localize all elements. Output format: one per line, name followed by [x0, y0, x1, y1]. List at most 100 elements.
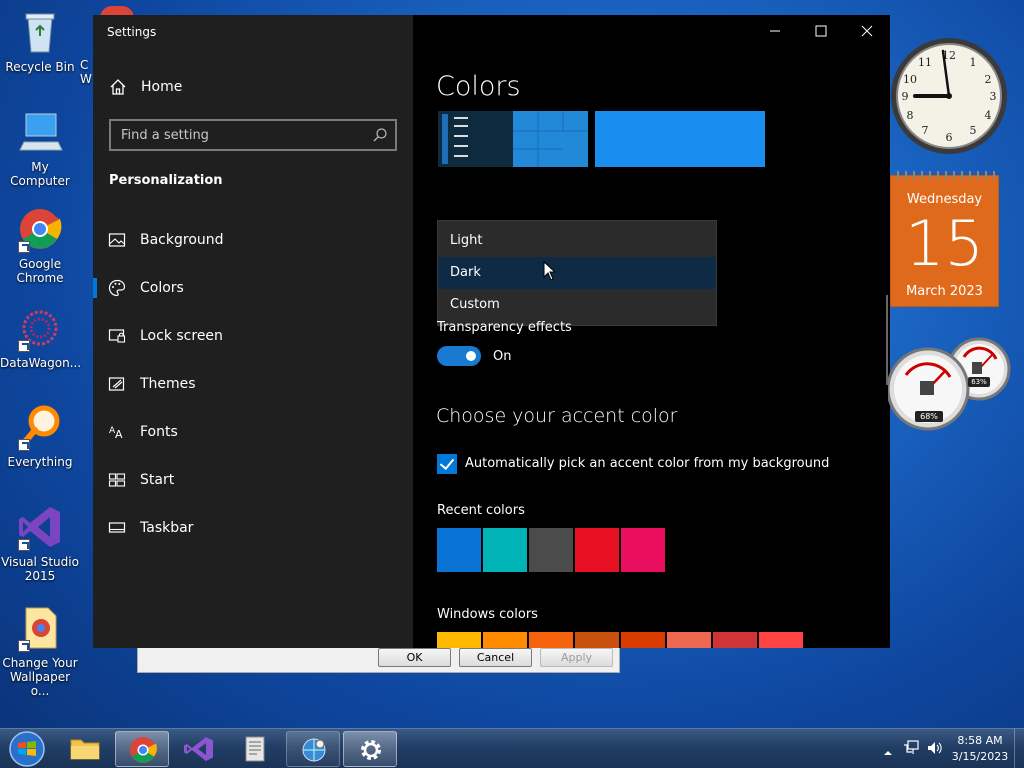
search-icon[interactable] — [372, 127, 388, 143]
windows-color-swatch[interactable] — [437, 632, 481, 648]
start-button[interactable] — [6, 730, 48, 768]
taskbar-visual-studio[interactable] — [172, 731, 226, 767]
chevron-up-icon — [884, 751, 892, 755]
apply-button: Apply — [540, 648, 613, 667]
desktop-icon-label: Change Your Wallpaper o... — [2, 656, 78, 698]
settings-window: Settings Home Personalization Background — [93, 15, 890, 648]
minimize-button[interactable] — [752, 15, 798, 47]
settings-content: Colors Light Dark Custom Transparency ef… — [413, 15, 890, 648]
home-label: Home — [141, 79, 183, 95]
windows-color-swatch[interactable] — [483, 632, 527, 648]
calendar-gadget[interactable]: Wednesday 15 March 2023 — [890, 171, 1000, 307]
windows-color-swatch[interactable] — [759, 632, 803, 648]
document-icon — [245, 736, 265, 762]
recycle-bin-icon — [16, 8, 64, 56]
desktop-icon-recycle-bin[interactable]: Recycle Bin — [0, 8, 80, 74]
windows-color-swatch[interactable] — [575, 632, 619, 648]
auto-accent-checkbox[interactable] — [437, 454, 457, 474]
nav-item-label: Background — [140, 232, 224, 248]
nav-item-lock-screen[interactable]: Lock screen — [93, 316, 413, 356]
settings-search-input[interactable] — [121, 126, 361, 144]
windows-color-swatch[interactable] — [713, 632, 757, 648]
desktop-icon-label: Everything — [7, 455, 73, 469]
taskbar-file-explorer[interactable] — [58, 731, 112, 767]
maximize-button[interactable] — [798, 15, 844, 47]
recent-color-swatch[interactable] — [529, 528, 573, 572]
windows-color-swatch[interactable] — [621, 632, 665, 648]
windows-colors-label: Windows colors — [437, 607, 538, 622]
themes-icon — [108, 375, 126, 393]
taskbar-network-app[interactable] — [286, 731, 340, 767]
folder-icon — [70, 739, 100, 760]
windows-color-swatch[interactable] — [529, 632, 573, 648]
desktop-icon-visual-studio[interactable]: Visual Studio 2015 — [0, 503, 80, 583]
nav-item-label: Fonts — [140, 424, 178, 440]
taskbar-chrome[interactable] — [115, 731, 169, 767]
desktop-icon-everything[interactable]: Everything — [0, 403, 80, 469]
nav-item-background[interactable]: Background — [93, 220, 413, 260]
taskbar-icon — [108, 519, 126, 537]
dropdown-option-dark[interactable]: Dark — [438, 257, 716, 289]
recent-color-swatch[interactable] — [437, 528, 481, 572]
palette-icon — [108, 279, 126, 297]
dropdown-option-custom[interactable]: Custom — [438, 289, 716, 321]
gear-icon — [361, 740, 381, 760]
mouse-cursor-icon — [543, 261, 557, 281]
nav-item-label: Lock screen — [140, 328, 223, 344]
cpu-meter-gadget[interactable]: 68% 63% — [886, 337, 1012, 432]
lock-screen-icon — [108, 327, 126, 345]
color-mode-dropdown[interactable]: Light Dark Custom — [437, 220, 717, 326]
transparency-label: Transparency effects — [437, 320, 572, 334]
computer-icon — [16, 108, 64, 156]
desktop-icon-label: Visual Studio 2015 — [1, 555, 79, 583]
desktop-icon-change-wallpaper[interactable]: Change Your Wallpaper o... — [0, 604, 80, 698]
background-dialog: OK Cancel Apply — [137, 646, 620, 673]
color-mode-preview — [438, 111, 765, 167]
desktop-icon-label: Google Chrome — [16, 257, 64, 285]
desktop-icon-datawagon[interactable]: DataWagon... — [0, 304, 81, 370]
home-nav-item[interactable]: Home — [109, 78, 182, 96]
svg-text:5: 5 — [970, 124, 977, 137]
speaker-icon — [928, 742, 942, 754]
windows-color-swatch[interactable] — [667, 632, 711, 648]
svg-text:4: 4 — [985, 109, 992, 122]
svg-text:1: 1 — [970, 56, 977, 69]
taskbar-document-app[interactable] — [229, 731, 283, 767]
nav-item-colors[interactable]: Colors — [93, 268, 413, 308]
ok-button[interactable]: OK — [378, 648, 451, 667]
nav-item-fonts[interactable]: AA Fonts — [93, 412, 413, 452]
nav-item-themes[interactable]: Themes — [93, 364, 413, 404]
magnifier-icon — [16, 403, 64, 451]
volume-tray-button[interactable] — [926, 740, 944, 760]
home-icon — [109, 78, 127, 96]
nav-item-taskbar[interactable]: Taskbar — [93, 508, 413, 548]
show-desktop-button[interactable] — [1014, 729, 1024, 768]
maximize-icon — [815, 25, 827, 37]
calendar-weekday: Wednesday — [906, 192, 983, 207]
visual-studio-icon — [16, 503, 64, 551]
nav-item-start[interactable]: Start — [93, 460, 413, 500]
taskbar-settings[interactable] — [343, 731, 397, 767]
svg-text:3: 3 — [990, 90, 997, 103]
desktop-icon-google-chrome[interactable]: Google Chrome — [0, 205, 80, 285]
visual-studio-icon — [184, 737, 213, 761]
settings-sidebar: Settings Home Personalization Background — [93, 15, 413, 648]
transparency-toggle[interactable] — [437, 346, 481, 366]
recent-color-swatch[interactable] — [575, 528, 619, 572]
recent-color-swatch[interactable] — [621, 528, 665, 572]
svg-text:9: 9 — [902, 90, 909, 103]
taskbar-clock[interactable]: 8:58 AM 3/15/2023 — [950, 733, 1010, 765]
recent-color-swatch[interactable] — [483, 528, 527, 572]
show-hidden-icons-button[interactable] — [883, 743, 893, 762]
chrome-icon — [130, 737, 157, 763]
desktop-icon-my-computer[interactable]: My Computer — [0, 108, 80, 188]
chrome-icon — [16, 205, 64, 253]
dropdown-option-light[interactable]: Light — [438, 225, 716, 257]
close-button[interactable] — [844, 15, 890, 47]
taskbar-time: 8:58 AM — [957, 734, 1003, 747]
settings-search-box[interactable] — [109, 119, 397, 151]
clock-gadget[interactable]: 12 1 2 3 4567 8 9 10 11 — [890, 33, 1008, 159]
cancel-button[interactable]: Cancel — [459, 648, 532, 667]
svg-text:7: 7 — [922, 124, 929, 137]
network-tray-button[interactable] — [903, 740, 921, 760]
